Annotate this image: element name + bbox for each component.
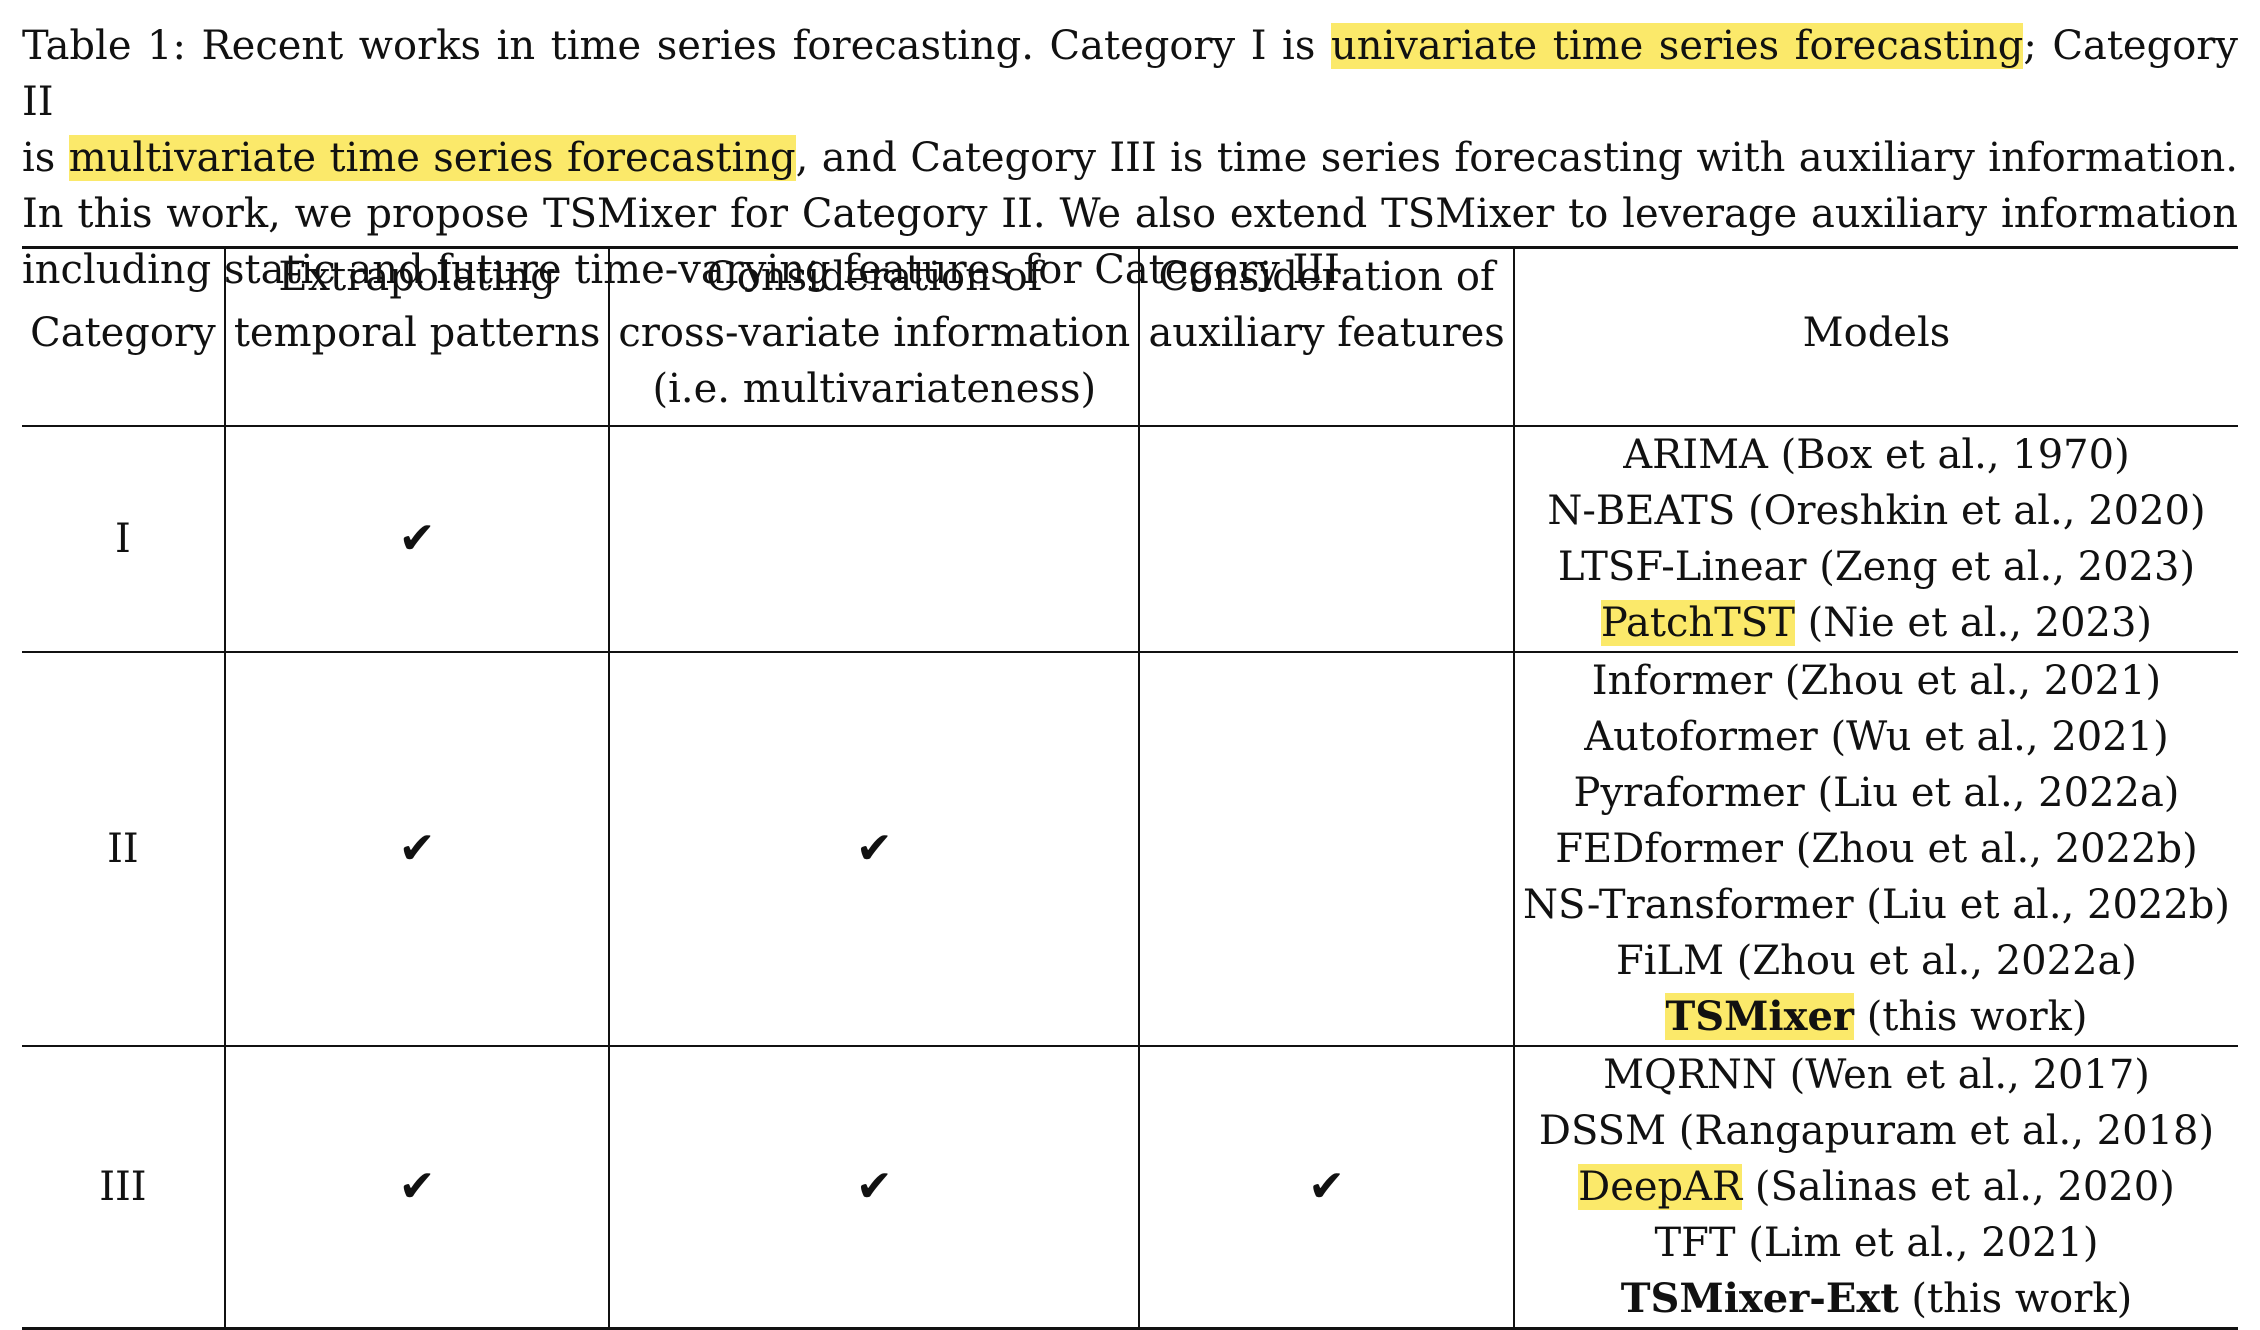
model-entry: MQRNN (Wen et al., 2017): [1523, 1047, 2230, 1103]
checkmark-icon: ✔: [855, 822, 893, 874]
model-entry: Informer (Zhou et al., 2021): [1523, 653, 2230, 709]
checkmark-icon: ✔: [398, 822, 436, 874]
checkmark-icon: ✔: [398, 1160, 436, 1212]
checkmark-icon: ✔: [855, 1160, 893, 1212]
model-citation: (Rangapuram et al., 2018): [1666, 1108, 2215, 1154]
model-name: MQRNN: [1603, 1052, 1777, 1098]
model-name: ARIMA: [1623, 432, 1768, 478]
auxiliary-cell: ✔: [1138, 1045, 1515, 1330]
model-name: Informer: [1591, 658, 1773, 704]
checkmark-icon: ✔: [398, 512, 436, 564]
model-citation: (Zhou et al., 2022b): [1783, 826, 2198, 872]
caption-line-1: Table 1: Recent works in time series for…: [22, 18, 2238, 130]
model-name: TSMixer: [1665, 993, 1854, 1040]
header-spacer: [234, 361, 601, 417]
models-cell: MQRNN (Wen et al., 2017) DSSM (Rangapuram…: [1512, 1045, 2238, 1330]
model-name: Autoformer: [1584, 714, 1818, 760]
model-name: TFT: [1654, 1220, 1736, 1266]
model-name: N-BEATS: [1547, 488, 1736, 534]
models-cell: ARIMA (Box et al., 1970) N-BEATS (Oreshki…: [1512, 425, 2238, 652]
model-entry: Pyraformer (Liu et al., 2022a): [1523, 765, 2230, 821]
model-entry: PatchTST (Nie et al., 2023): [1523, 595, 2230, 651]
caption-text: , and Category III is time series foreca…: [795, 135, 2238, 181]
model-entry: TSMixer (this work): [1523, 989, 2230, 1045]
header-category: Category: [22, 246, 226, 426]
header-extrapolating: Extrapolating temporal patterns: [223, 246, 611, 426]
header-models: Models: [1512, 246, 2238, 426]
model-entry: LTSF-Linear (Zeng et al., 2023): [1523, 539, 2230, 595]
auxiliary-cell: [1138, 651, 1515, 1046]
caption-text: Table 1: Recent works in time series for…: [22, 23, 1331, 69]
extrapolating-cell: ✔: [223, 1045, 611, 1330]
cross-variate-cell: [608, 425, 1141, 652]
model-entry: TSMixer-Ext (this work): [1523, 1271, 2230, 1327]
caption-highlight-univariate: univariate time series forecasting: [1330, 23, 2024, 69]
model-name: DeepAR: [1578, 1164, 1743, 1210]
paper-page: Table 1: Recent works in time series for…: [0, 0, 2260, 1330]
model-citation: (this work): [1898, 1276, 2133, 1322]
model-name: PatchTST: [1600, 600, 1795, 646]
model-entry: DSSM (Rangapuram et al., 2018): [1523, 1103, 2230, 1159]
works-table: Category Extrapolating temporal patterns…: [22, 246, 2238, 1330]
model-entry: N-BEATS (Oreshkin et al., 2020): [1523, 483, 2230, 539]
model-name: FEDformer: [1555, 826, 1784, 872]
table-body: I ✔ ARIMA (Box et al., 1970) N-BEATS (Oresh…: [22, 425, 2238, 1330]
header-text: temporal patterns: [233, 310, 601, 356]
model-name: NS-Transformer: [1522, 882, 1854, 928]
caption-line-2: is multivariate time series forecasting,…: [22, 130, 2238, 186]
model-entry: ARIMA (Box et al., 1970): [1523, 427, 2230, 483]
model-citation: (Wu et al., 2021): [1817, 714, 2169, 760]
model-citation: (Salinas et al., 2020): [1742, 1164, 2175, 1210]
model-citation: (Zhou et al., 2022a): [1724, 938, 2137, 984]
header-text: Extrapolating: [278, 254, 556, 300]
header-text: auxiliary features: [1148, 310, 1505, 356]
header-auxiliary: Consideration of auxiliary features: [1138, 246, 1515, 426]
model-citation: (Wen et al., 2017): [1776, 1052, 2150, 1098]
model-name: DSSM: [1538, 1108, 1667, 1154]
table-row: I ✔ ARIMA (Box et al., 1970) N-BEATS (Oresh…: [22, 425, 2238, 652]
table-header-row: Category Extrapolating temporal patterns…: [22, 246, 2238, 426]
model-citation: (Liu et al., 2022a): [1804, 770, 2180, 816]
caption-line-3: In this work, we propose TSMixer for Cat…: [22, 191, 2238, 237]
model-citation: (Liu et al., 2022b): [1853, 882, 2230, 928]
header-text: Consideration of: [1158, 254, 1495, 300]
model-name: Pyraformer: [1573, 770, 1805, 816]
model-citation: (Box et al., 1970): [1767, 432, 2130, 478]
model-citation: (Lim et al., 2021): [1735, 1220, 2099, 1266]
category-cell: II: [22, 651, 226, 1046]
header-text: Consideration of: [706, 254, 1043, 300]
cross-variate-cell: ✔: [608, 651, 1141, 1046]
model-entry: DeepAR (Salinas et al., 2020): [1523, 1159, 2230, 1215]
model-name: FiLM: [1615, 938, 1725, 984]
extrapolating-cell: ✔: [223, 651, 611, 1046]
category-cell: III: [22, 1045, 226, 1330]
model-citation: (this work): [1853, 994, 2088, 1040]
category-cell: I: [22, 425, 226, 652]
header-spacer: [1148, 361, 1505, 417]
model-citation: (Oreshkin et al., 2020): [1735, 488, 2206, 534]
model-citation: (Nie et al., 2023): [1794, 600, 2153, 646]
model-name: TSMixer-Ext: [1620, 1275, 1899, 1322]
model-citation: (Zeng et al., 2023): [1806, 544, 2196, 590]
checkmark-icon: ✔: [1308, 1160, 1346, 1212]
model-entry: FiLM (Zhou et al., 2022a): [1523, 933, 2230, 989]
model-entry: FEDformer (Zhou et al., 2022b): [1523, 821, 2230, 877]
caption-highlight-multivariate: multivariate time series forecasting: [68, 135, 796, 181]
model-entry: TFT (Lim et al., 2021): [1523, 1215, 2230, 1271]
model-entry: Autoformer (Wu et al., 2021): [1523, 709, 2230, 765]
models-cell: Informer (Zhou et al., 2021) Autoformer (…: [1512, 651, 2238, 1046]
caption-text: is: [22, 135, 69, 181]
extrapolating-cell: ✔: [223, 425, 611, 652]
model-citation: (Zhou et al., 2021): [1772, 658, 2162, 704]
header-text: cross-variate information: [618, 310, 1131, 356]
table-row: II ✔ ✔ Informer (Zhou et al., 2021) Autoform…: [22, 651, 2238, 1046]
table-row: III ✔ ✔ ✔ MQRNN (Wen et al., 2017) DSSM (Rang…: [22, 1045, 2238, 1330]
model-entry: NS-Transformer (Liu et al., 2022b): [1523, 877, 2230, 933]
header-cross-variate: Consideration of cross-variate informati…: [608, 246, 1141, 426]
model-name: LTSF-Linear: [1557, 544, 1807, 590]
auxiliary-cell: [1138, 425, 1515, 652]
cross-variate-cell: ✔: [608, 1045, 1141, 1330]
header-text: (i.e. multivariateness): [652, 366, 1097, 412]
